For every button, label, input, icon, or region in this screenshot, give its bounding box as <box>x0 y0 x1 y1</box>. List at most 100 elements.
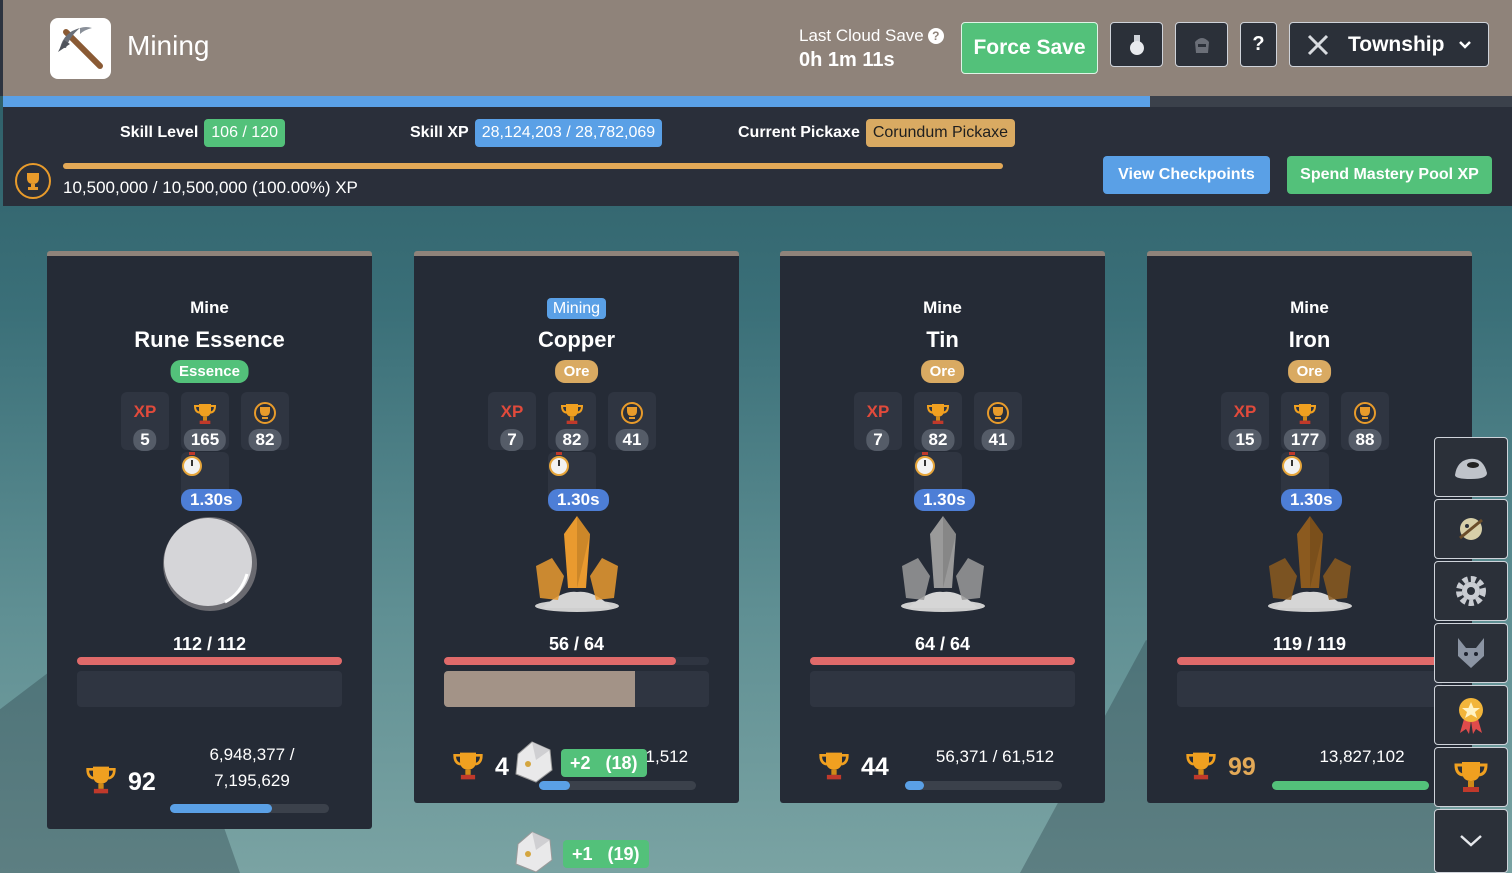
side-menu-medal[interactable] <box>1434 685 1508 745</box>
view-checkpoints-button[interactable]: View Checkpoints <box>1103 156 1270 194</box>
rock-hp-bar <box>810 657 1075 665</box>
rock-hp-bar <box>1177 657 1442 665</box>
xp-stat: XP 7 <box>488 392 536 451</box>
chevron-down-icon <box>1460 835 1482 847</box>
side-menu-golbin[interactable] <box>1434 499 1508 559</box>
settings-gear-icon <box>1456 576 1486 606</box>
rune-essence-icon <box>155 514 265 614</box>
cloud-save-label: Last Cloud Save? <box>799 26 944 46</box>
mastery-xp-value: 82 <box>555 429 589 451</box>
rock-type-badge: Essence <box>170 360 249 383</box>
mastery-progress-fill <box>1272 781 1429 790</box>
mining-progress-fill <box>444 671 635 707</box>
rock-type-badge: Ore <box>554 360 599 383</box>
pool-xp-stat: 88 <box>1341 392 1389 451</box>
pool-xp-value: 41 <box>615 429 649 451</box>
mastery-level: 92 <box>128 768 156 796</box>
mastery-trophy-icon <box>85 764 117 801</box>
mastery-xp-text: 13,827,102 <box>1319 747 1405 766</box>
side-menu-wolf[interactable] <box>1434 623 1508 683</box>
rock-card[interactable]: Mine Rune Essence Essence XP 5 165 82 1.… <box>47 251 372 829</box>
xp-icon: XP <box>1233 402 1257 421</box>
trophy-icon <box>548 402 596 431</box>
xp-stat: XP 15 <box>1221 392 1269 451</box>
interval-value: 1.30s <box>548 489 609 511</box>
interval-value: 1.30s <box>181 489 242 511</box>
rock-hp-text: 56 / 64 <box>548 634 605 654</box>
force-save-button[interactable]: Force Save <box>961 22 1098 74</box>
side-menu-rock[interactable] <box>1434 437 1508 497</box>
interval-value: 1.30s <box>914 489 975 511</box>
mastery-xp-text: 56,371 / 61,512 <box>935 747 1055 766</box>
mastery-progress-bar <box>905 781 1062 790</box>
trophy-icon <box>1454 762 1488 792</box>
rock-name: Rune Essence <box>134 327 285 352</box>
mastery-pool-icon <box>1341 402 1389 429</box>
xp-icon: XP <box>866 402 890 421</box>
timer-icon <box>1281 452 1329 481</box>
rock-name: Iron <box>1288 327 1331 352</box>
rock-card[interactable]: Mine Iron Ore XP 15 177 88 1.30s 119 / 1… <box>1147 251 1472 803</box>
chevron-down-icon <box>1459 40 1472 49</box>
rock-hp-text: 64 / 64 <box>914 634 971 654</box>
medal-icon <box>1459 698 1483 734</box>
skill-xp-stat: Skill XP 28,124,203 / 28,782,069 <box>410 117 663 148</box>
current-pickaxe-badge: Corundum Pickaxe <box>865 118 1016 147</box>
wolf-icon <box>1458 638 1484 668</box>
loot-gain-badge: +1 (19) <box>563 840 649 868</box>
rock-action-label: Mine <box>190 298 229 317</box>
ore-item-icon <box>510 738 556 784</box>
xp-value: 7 <box>866 429 890 451</box>
xp-icon: XP <box>500 402 524 421</box>
mastery-level: 4 <box>495 753 509 781</box>
rock-hp-fill <box>810 657 1075 665</box>
skill-xp-badge: 28,124,203 / 28,782,069 <box>474 118 663 147</box>
skill-stats-bar: Skill Level 106 / 120 Skill XP 28,124,20… <box>3 107 1512 206</box>
mining-progress-bar <box>444 671 709 707</box>
mastery-progress-fill <box>905 781 924 790</box>
mastery-xp-text: 6,948,377 / 7,195,629 <box>209 745 295 790</box>
mastery-pool-icon <box>974 402 1022 429</box>
rock-hp-fill <box>1177 657 1442 665</box>
side-menu-settings[interactable] <box>1434 561 1508 621</box>
rock-hp-text: 119 / 119 <box>1272 634 1347 654</box>
side-menu-collapse[interactable] <box>1434 809 1508 873</box>
xp-value: 15 <box>1228 429 1262 451</box>
ore-crystal-icon <box>888 514 998 614</box>
spend-mastery-pool-button[interactable]: Spend Mastery Pool XP <box>1287 156 1492 194</box>
help-button[interactable]: ? <box>1240 22 1277 67</box>
potion-button[interactable] <box>1110 22 1163 67</box>
equipment-button[interactable] <box>1175 22 1228 67</box>
rock-card[interactable]: Mine Tin Ore XP 7 82 41 1.30s 64 / 64 44… <box>780 251 1105 803</box>
side-menu-trophy[interactable] <box>1434 747 1508 807</box>
rock-name: Copper <box>538 327 615 352</box>
pool-xp-stat: 41 <box>974 392 1022 451</box>
rock-hp-bar <box>444 657 709 665</box>
township-icon <box>1307 34 1329 55</box>
rock-name: Tin <box>926 327 959 352</box>
timer-icon <box>181 452 229 481</box>
mastery-pool-icon <box>241 402 289 429</box>
pool-xp-stat: 82 <box>241 392 289 451</box>
ore-crystal-icon <box>1255 514 1365 614</box>
mastery-xp-value: 165 <box>183 429 227 451</box>
township-dropdown[interactable]: Township <box>1289 22 1489 67</box>
trophy-icon <box>914 402 962 431</box>
mastery-trophy-icon <box>818 750 850 787</box>
help-icon[interactable]: ? <box>927 28 944 44</box>
mining-progress-bar <box>810 671 1075 707</box>
pool-xp-value: 82 <box>248 429 282 451</box>
golbin-icon <box>1459 518 1483 540</box>
mastery-progress-bar <box>539 781 696 790</box>
mastery-xp-stat: 82 <box>914 392 962 451</box>
mastery-xp-stat: 82 <box>548 392 596 451</box>
page-title: Mining <box>127 30 210 61</box>
xp-value: 5 <box>133 429 157 451</box>
mastery-pool-progress-fill <box>63 163 1003 169</box>
rock-card[interactable]: Mining Copper Ore XP 7 82 41 1.30s 56 / … <box>414 251 739 803</box>
rock-type-badge: Ore <box>920 360 965 383</box>
mining-progress-bar <box>77 671 342 707</box>
rock-action-label: Mining <box>414 298 739 319</box>
skill-level-stat: Skill Level 106 / 120 <box>120 117 285 148</box>
trophy-icon <box>1281 402 1329 431</box>
